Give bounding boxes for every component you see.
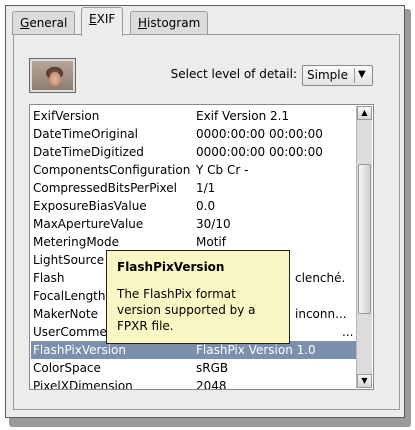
exif-key: UserComme (33, 325, 107, 339)
exif-value: Y Cb Cr - (196, 163, 249, 177)
tab-exif[interactable]: EXIF (81, 7, 124, 36)
tab-general-label: eneral (29, 16, 68, 30)
tab-histogram-mnemonic: H (138, 16, 148, 30)
exif-key: PixelXDimension (33, 379, 133, 390)
exif-key: LightSource (33, 253, 105, 267)
exif-row[interactable]: MaxApertureValue 30/10 (31, 215, 356, 233)
tooltip-title: FlashPixVersion (117, 260, 225, 274)
exif-value: Exif Version 2.1 (196, 109, 290, 123)
exif-value: 30/10 (196, 217, 231, 231)
detail-level-select[interactable]: Simple ▼ (302, 65, 373, 86)
detail-level-label: Select level of detail: (170, 67, 297, 81)
exif-key: MakerNote (33, 307, 98, 321)
exif-value: 2048 (196, 379, 227, 390)
tab-general[interactable]: General (12, 11, 76, 35)
exif-value: clenché. (295, 271, 346, 285)
exif-row[interactable]: ExposureBiasValue 0.0 (31, 197, 356, 215)
exif-key: Flash (33, 271, 65, 285)
exif-key: MaxApertureValue (33, 217, 144, 231)
exif-row[interactable]: ColorSpace sRGB (31, 359, 356, 377)
exif-key: DateTimeDigitized (33, 145, 144, 159)
tooltip: FlashPixVersion The FlashPix format vers… (106, 250, 290, 344)
exif-row[interactable]: MeteringMode Motif (31, 233, 356, 251)
tab-exif-label: XIF (96, 12, 116, 26)
exif-value: sRGB (196, 361, 229, 375)
exif-value: Motif (196, 235, 226, 249)
exif-key: FocalLength (33, 289, 106, 303)
exif-key: ExifVersion (33, 109, 100, 123)
tooltip-line: The FlashPix format (117, 287, 236, 301)
exif-value: 1/1 (196, 181, 216, 195)
chevron-down-icon[interactable]: ▼ (358, 69, 366, 80)
detail-level-value: Simple (307, 68, 348, 82)
tooltip-line: FPXR file. (117, 319, 174, 333)
exif-rows: ExifVersion Exif Version 2.1 DateTimeOrigi… (31, 107, 356, 390)
exif-key: ComponentsConfiguration (33, 163, 191, 177)
exif-value: 0000:00:00 00:00:00 (196, 127, 323, 141)
exif-key: ExposureBiasValue (33, 199, 147, 213)
exif-value: inconn... (295, 307, 347, 321)
exif-value: ... (342, 325, 354, 339)
scrollbar-thumb[interactable] (358, 164, 371, 314)
exif-key: ColorSpace (33, 361, 101, 375)
exif-row[interactable]: DateTimeDigitized 0000:00:00 00:00:00 (31, 143, 356, 161)
exif-key: CompressedBitsPerPixel (33, 181, 177, 195)
exif-value: 0000:00:00 00:00:00 (196, 145, 323, 159)
exif-row[interactable]: PixelXDimension 2048 (31, 377, 356, 390)
scroll-up-arrow-icon[interactable]: ▲ (357, 106, 372, 120)
exif-list[interactable]: ExifVersion Exif Version 2.1 DateTimeOrigi… (29, 104, 374, 390)
vertical-scrollbar[interactable]: ▲ ▼ (356, 106, 372, 388)
tab-general-mnemonic: G (20, 16, 30, 30)
tab-histogram[interactable]: Histogram (130, 11, 209, 35)
scroll-down-arrow-icon[interactable]: ▼ (357, 374, 372, 388)
exif-row[interactable]: ExifVersion Exif Version 2.1 (31, 107, 356, 125)
image-thumbnail (29, 58, 76, 93)
combo-separator (354, 68, 355, 83)
exif-row[interactable]: DateTimeOriginal 0000:00:00 00:00:00 (31, 125, 356, 143)
tooltip-line: version supported by a (117, 303, 256, 317)
exif-key: DateTimeOriginal (33, 127, 139, 141)
exif-row[interactable]: CompressedBitsPerPixel 1/1 (31, 179, 356, 197)
exif-row[interactable]: ComponentsConfiguration Y Cb Cr - (31, 161, 356, 179)
tab-histogram-label: istogram (147, 16, 201, 30)
exif-key: MeteringMode (33, 235, 120, 249)
tab-exif-mnemonic: E (89, 12, 97, 26)
exif-value: 0.0 (196, 199, 216, 213)
thumbnail-picture (32, 61, 73, 90)
tooltip-body: The FlashPix format version supported by… (117, 286, 279, 334)
